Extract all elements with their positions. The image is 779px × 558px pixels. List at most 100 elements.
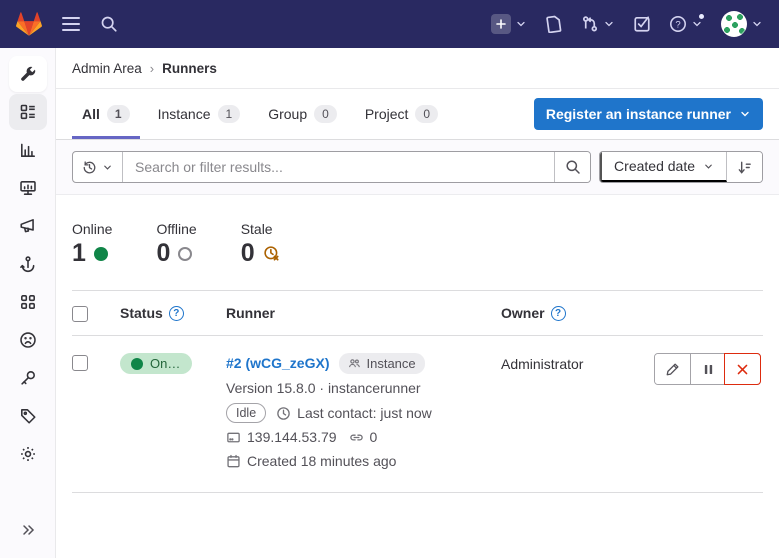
sidebar-collapse-icon[interactable] bbox=[9, 512, 47, 548]
chevron-down-icon bbox=[603, 18, 615, 30]
user-menu-button[interactable] bbox=[721, 11, 763, 37]
help-menu-button[interactable]: ? bbox=[669, 15, 703, 33]
tab-group[interactable]: Group 0 bbox=[258, 105, 347, 139]
runner-tabs: All 1 Instance 1 Group 0 Project 0 bbox=[72, 89, 448, 139]
status-help-icon[interactable]: ? bbox=[169, 306, 184, 321]
sort-group: Created date bbox=[599, 151, 763, 183]
sidebar-item-messages[interactable] bbox=[9, 208, 47, 244]
stat-online-value: 1 bbox=[72, 239, 86, 268]
sidebar-item-analytics[interactable] bbox=[9, 132, 47, 168]
issues-icon[interactable] bbox=[545, 15, 563, 33]
runner-ip-text: 139.144.53.79 bbox=[247, 428, 337, 447]
runner-link[interactable]: #2 (wCG_zeGX) bbox=[226, 354, 329, 373]
sidebar-item-applications[interactable] bbox=[9, 284, 47, 320]
pause-icon bbox=[702, 363, 715, 376]
tab-project[interactable]: Project 0 bbox=[355, 105, 448, 139]
close-icon bbox=[736, 363, 749, 376]
clock-icon bbox=[276, 406, 291, 421]
svg-text:?: ? bbox=[675, 19, 680, 30]
status-badge-label: Onli... bbox=[150, 356, 181, 371]
breadcrumb-separator: › bbox=[150, 61, 154, 76]
runner-column-header: Runner bbox=[226, 305, 275, 321]
register-button-label: Register an instance runner bbox=[546, 106, 731, 122]
search-history-dropdown[interactable] bbox=[73, 152, 123, 182]
pause-runner-button[interactable] bbox=[690, 354, 725, 384]
todos-icon[interactable] bbox=[633, 15, 651, 33]
merge-requests-button[interactable] bbox=[581, 15, 615, 33]
admin-sidebar bbox=[0, 48, 56, 558]
history-icon bbox=[82, 160, 97, 175]
notification-dot bbox=[698, 13, 705, 20]
owner-cell: Administrator bbox=[501, 353, 653, 372]
tab-all-label: All bbox=[82, 106, 100, 122]
row-actions bbox=[653, 353, 763, 385]
gitlab-logo-icon[interactable] bbox=[16, 12, 42, 37]
select-all-checkbox[interactable] bbox=[72, 306, 88, 322]
admin-area-wrench-icon[interactable] bbox=[9, 56, 47, 92]
status-badge: Onli... bbox=[120, 353, 192, 374]
status-column-header: Status bbox=[120, 305, 163, 321]
sidebar-item-system-hooks[interactable] bbox=[9, 246, 47, 282]
offline-status-icon bbox=[178, 247, 192, 261]
chevron-down-icon bbox=[102, 162, 113, 173]
owner-help-icon[interactable]: ? bbox=[551, 306, 566, 321]
calendar-icon bbox=[226, 454, 241, 469]
table-header-row: Status ? Runner Owner ? bbox=[72, 290, 763, 336]
stat-online-label: Online bbox=[72, 221, 112, 237]
sort-descending-icon bbox=[737, 160, 752, 175]
runners-table: Status ? Runner Owner ? Onli... bbox=[72, 290, 763, 493]
edit-runner-button[interactable] bbox=[655, 354, 690, 384]
runner-tabs-row: All 1 Instance 1 Group 0 Project 0 Regis… bbox=[56, 89, 779, 140]
search-icon bbox=[565, 159, 581, 175]
stale-clock-icon bbox=[263, 245, 280, 262]
sidebar-item-deploy-keys[interactable] bbox=[9, 360, 47, 396]
breadcrumb: Admin Area › Runners bbox=[56, 48, 779, 89]
runner-type-badge: Instance bbox=[339, 353, 424, 374]
search-icon[interactable] bbox=[100, 15, 118, 33]
sort-field-dropdown[interactable]: Created date bbox=[600, 152, 727, 182]
sidebar-item-overview[interactable] bbox=[9, 94, 47, 130]
online-dot-icon bbox=[131, 358, 143, 370]
delete-runner-button[interactable] bbox=[724, 353, 761, 385]
sidebar-item-abuse-reports[interactable] bbox=[9, 322, 47, 358]
main-content: Admin Area › Runners All 1 Instance 1 Gr… bbox=[56, 48, 779, 558]
tab-instance[interactable]: Instance 1 bbox=[148, 105, 251, 139]
sort-field-label: Created date bbox=[614, 158, 695, 174]
register-instance-runner-button[interactable]: Register an instance runner bbox=[534, 98, 763, 130]
sidebar-item-monitoring[interactable] bbox=[9, 170, 47, 206]
runner-state-badge: Idle bbox=[226, 403, 266, 423]
stat-online: Online 1 bbox=[72, 221, 112, 268]
table-row: Onli... #2 (wCG_zeGX) Instance bbox=[72, 336, 763, 493]
filter-bar: Created date bbox=[56, 140, 779, 195]
runner-summary-cell: #2 (wCG_zeGX) Instance Version 15.8.0 · … bbox=[226, 353, 501, 471]
search-filter-group bbox=[72, 151, 591, 183]
chevron-down-icon bbox=[739, 108, 751, 120]
sidebar-item-settings[interactable] bbox=[9, 436, 47, 472]
stat-stale-label: Stale bbox=[241, 221, 280, 237]
runner-created-text: Created 18 minutes ago bbox=[247, 452, 396, 471]
breadcrumb-admin-area[interactable]: Admin Area bbox=[72, 61, 142, 76]
sidebar-item-labels[interactable] bbox=[9, 398, 47, 434]
search-input[interactable] bbox=[123, 152, 554, 182]
chevron-down-icon bbox=[515, 18, 527, 30]
tab-project-label: Project bbox=[365, 106, 409, 122]
sort-direction-button[interactable] bbox=[727, 152, 762, 182]
tab-group-label: Group bbox=[268, 106, 307, 122]
hamburger-menu-icon[interactable] bbox=[62, 17, 80, 31]
people-icon bbox=[348, 357, 361, 370]
stat-stale: Stale 0 bbox=[241, 221, 280, 268]
search-submit-button[interactable] bbox=[554, 152, 590, 182]
ip-address-icon bbox=[226, 430, 241, 445]
runner-stats: Online 1 Offline 0 Stale 0 bbox=[72, 221, 763, 268]
row-checkbox[interactable] bbox=[72, 355, 88, 371]
user-avatar bbox=[721, 11, 747, 37]
tab-instance-label: Instance bbox=[158, 106, 211, 122]
stat-stale-value: 0 bbox=[241, 239, 255, 268]
merge-request-icon bbox=[581, 15, 599, 33]
chevron-down-icon bbox=[703, 161, 714, 172]
chevron-down-icon bbox=[751, 18, 763, 30]
new-menu-button[interactable] bbox=[491, 14, 527, 34]
last-contact-text: Last contact: just now bbox=[297, 404, 432, 423]
tab-all-count: 1 bbox=[107, 105, 130, 123]
tab-all[interactable]: All 1 bbox=[72, 105, 140, 139]
